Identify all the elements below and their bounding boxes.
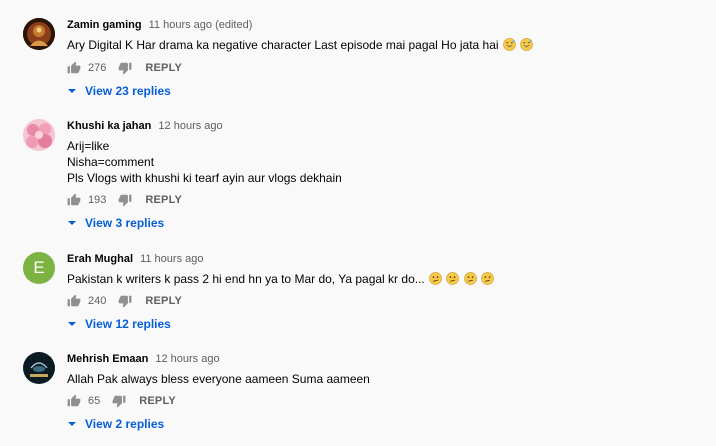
comment-author[interactable]: Zamin gaming <box>67 19 142 31</box>
chevron-down-icon <box>68 422 76 426</box>
view-replies-button[interactable]: View 2 replies <box>67 416 164 432</box>
like-icon[interactable] <box>67 61 81 75</box>
comment-author[interactable]: Mehrish Emaan <box>67 353 148 365</box>
like-count: 65 <box>88 395 101 407</box>
dislike-icon[interactable] <box>112 394 126 408</box>
reply-button[interactable]: REPLY <box>139 395 176 407</box>
avatar-letter: E <box>33 258 45 277</box>
comment-text: Arij=like Nisha=comment Pls Vlogs with k… <box>67 139 342 185</box>
view-replies-button[interactable]: View 23 replies <box>67 83 171 99</box>
reply-button[interactable]: REPLY <box>145 194 182 206</box>
view-replies-label: View 2 replies <box>85 417 165 431</box>
view-replies-label: View 23 replies <box>85 84 171 98</box>
reply-button[interactable]: REPLY <box>145 62 182 74</box>
avatar[interactable] <box>23 352 55 384</box>
view-replies-button[interactable]: View 12 replies <box>67 316 171 332</box>
dislike-icon[interactable] <box>118 193 132 207</box>
view-replies-label: View 3 replies <box>85 216 165 230</box>
grinning-sweat-emoji <box>502 38 534 52</box>
comment-time[interactable]: 12 hours ago <box>158 120 222 132</box>
like-icon[interactable] <box>67 294 81 308</box>
chevron-down-icon <box>68 322 76 326</box>
comment-time[interactable]: 11 hours ago (edited) <box>149 19 253 31</box>
avatar[interactable] <box>23 119 55 151</box>
reply-button[interactable]: REPLY <box>145 295 182 307</box>
avatar[interactable] <box>23 18 55 50</box>
comment-author[interactable]: Erah Mughal <box>67 253 133 265</box>
comment-text: Pakistan k writers k pass 2 hi end hn ya… <box>67 271 706 287</box>
confused-face-emoji <box>428 272 494 286</box>
view-replies-label: View 12 replies <box>85 317 171 331</box>
comment-text: Ary Digital K Har drama ka negative char… <box>67 37 706 53</box>
comment-time[interactable]: 11 hours ago <box>140 253 203 265</box>
dislike-icon[interactable] <box>118 61 132 75</box>
comment-text: Allah Pak always bless everyone aameen S… <box>67 372 370 386</box>
dislike-icon[interactable] <box>118 294 132 308</box>
like-icon[interactable] <box>67 394 81 408</box>
chevron-down-icon <box>68 89 76 93</box>
comment-author[interactable]: Khushi ka jahan <box>67 120 151 132</box>
view-replies-button[interactable]: View 3 replies <box>67 215 164 231</box>
like-count: 193 <box>88 194 107 206</box>
avatar[interactable]: E <box>23 252 55 284</box>
like-icon[interactable] <box>67 193 81 207</box>
comment-time[interactable]: 12 hours ago <box>155 353 219 365</box>
like-count: 276 <box>88 62 107 74</box>
chevron-down-icon <box>68 221 76 225</box>
like-count: 240 <box>88 295 107 307</box>
